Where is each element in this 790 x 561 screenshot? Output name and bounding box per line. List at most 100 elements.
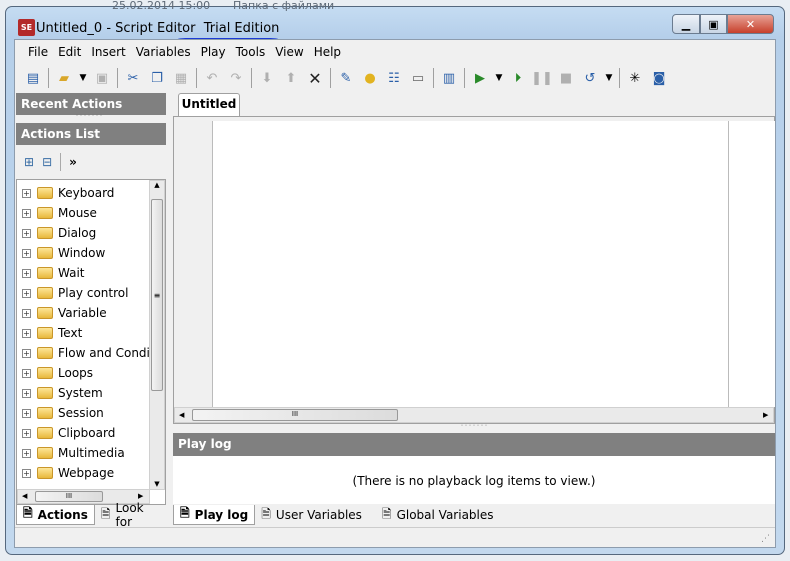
- menu-play[interactable]: Play: [196, 43, 231, 61]
- tree-item[interactable]: + Flow and Conditi: [17, 343, 165, 363]
- title-text: Untitled_0 - Script Editor: [36, 21, 196, 36]
- minimize-button[interactable]: ▁: [672, 14, 700, 34]
- stop-icon[interactable]: ■: [554, 67, 578, 89]
- menu-tools[interactable]: Tools: [231, 43, 271, 61]
- tab-look-for[interactable]: 🗎 Look for: [95, 501, 166, 529]
- expand-icon[interactable]: +: [22, 308, 31, 318]
- expand-icon[interactable]: +: [22, 468, 31, 478]
- redo-icon[interactable]: ↷: [224, 67, 248, 89]
- actions-list-header: Actions List: [16, 123, 166, 145]
- resize-grip-icon[interactable]: ⋰: [761, 534, 770, 544]
- menu-help[interactable]: Help: [309, 43, 346, 61]
- menu-variables[interactable]: Variables: [131, 43, 196, 61]
- menu-view[interactable]: View: [270, 43, 308, 61]
- expand-icon[interactable]: +: [22, 408, 31, 418]
- expand-icon[interactable]: +: [22, 268, 31, 278]
- tree-item[interactable]: + Dialog: [17, 223, 165, 243]
- comment-icon[interactable]: ●: [358, 67, 382, 89]
- expand-icon[interactable]: +: [22, 288, 31, 298]
- open-folder-icon[interactable]: ▰: [52, 67, 76, 89]
- open-dropdown-icon[interactable]: ▼: [76, 67, 90, 89]
- expand-icon[interactable]: +: [22, 328, 31, 338]
- delete-icon[interactable]: ✕: [303, 67, 327, 89]
- app-window: SE Untitled_0 - Script Editor Trial Edit…: [5, 6, 785, 555]
- web-icon[interactable]: ◙: [647, 67, 671, 89]
- more-button[interactable]: »: [69, 155, 77, 169]
- collapse-all-icon[interactable]: ⊟: [42, 155, 52, 169]
- expand-icon[interactable]: +: [22, 348, 31, 358]
- tree-item[interactable]: + Session: [17, 403, 165, 423]
- pause-icon[interactable]: ❚❚: [530, 67, 554, 89]
- folder-icon: [37, 447, 53, 459]
- tree-item[interactable]: + Loops: [17, 363, 165, 383]
- script-icon[interactable]: ▥: [437, 67, 461, 89]
- edit-icon[interactable]: ✎: [334, 67, 358, 89]
- page-icon: 🗎: [180, 506, 190, 520]
- expand-icon[interactable]: +: [22, 448, 31, 458]
- page-icon: 🗎: [381, 506, 392, 521]
- tree-item[interactable]: + Text: [17, 323, 165, 343]
- form-icon[interactable]: ▭: [406, 67, 430, 89]
- tree-item[interactable]: + Play control: [17, 283, 165, 303]
- tree-item[interactable]: + System: [17, 383, 165, 403]
- tree-item-label: Multimedia: [58, 446, 125, 460]
- app-logo-icon: SE: [18, 19, 35, 36]
- play-dropdown-icon[interactable]: ▼: [492, 67, 506, 89]
- tree-item-label: Dialog: [58, 226, 97, 240]
- expand-icon[interactable]: +: [22, 388, 31, 398]
- menu-edit[interactable]: Edit: [53, 43, 86, 61]
- tab-label: User Variables: [275, 508, 362, 522]
- new-icon[interactable]: ▤: [21, 67, 45, 89]
- tree-item-label: Wait: [58, 266, 85, 280]
- tree-item[interactable]: + Window: [17, 243, 165, 263]
- undo-icon[interactable]: ↶: [200, 67, 224, 89]
- folder-icon: [37, 187, 53, 199]
- splitter-handle[interactable]: ˙˙˙˙˙˙˙: [75, 114, 103, 123]
- tab-global-variables[interactable]: 🗎 Global Variables: [376, 505, 500, 525]
- splitter-handle[interactable]: ˙˙˙˙˙˙˙: [460, 424, 488, 433]
- folder-icon: [37, 367, 53, 379]
- tree-item-label: Session: [58, 406, 104, 420]
- tree-vertical-scrollbar[interactable]: ▲ ≡ ▼: [149, 180, 165, 490]
- tree-item[interactable]: + Keyboard: [17, 183, 165, 203]
- script-editor[interactable]: ◀ III ▶: [173, 116, 775, 424]
- recent-actions-header[interactable]: Recent Actions: [16, 93, 166, 115]
- expand-icon[interactable]: +: [22, 188, 31, 198]
- tree-item-label: Text: [58, 326, 83, 340]
- list-view-icon[interactable]: ☷: [382, 67, 406, 89]
- menu-file[interactable]: File: [23, 43, 53, 61]
- menu-bar: File Edit Insert Variables Play Tools Vi…: [23, 43, 346, 61]
- tab-play-log[interactable]: 🗎 Play log: [173, 505, 256, 525]
- expand-icon[interactable]: +: [22, 208, 31, 218]
- tree-item[interactable]: + Variable: [17, 303, 165, 323]
- menu-insert[interactable]: Insert: [86, 43, 130, 61]
- paste-icon[interactable]: ▦: [169, 67, 193, 89]
- script-canvas[interactable]: [212, 121, 729, 407]
- close-button[interactable]: ✕: [727, 14, 774, 34]
- move-down-icon[interactable]: ⬇: [255, 67, 279, 89]
- move-up-icon[interactable]: ⬆: [279, 67, 303, 89]
- tab-actions[interactable]: 🗎 Actions: [16, 505, 95, 525]
- tab-untitled[interactable]: Untitled: [178, 93, 240, 116]
- tree-item[interactable]: + Webpage: [17, 463, 165, 483]
- editor-horizontal-scrollbar[interactable]: ◀ III ▶: [174, 407, 774, 423]
- loop-icon[interactable]: ↺: [578, 67, 602, 89]
- loop-dropdown-icon[interactable]: ▼: [602, 67, 616, 89]
- expand-icon[interactable]: +: [22, 248, 31, 258]
- expand-icon[interactable]: +: [22, 228, 31, 238]
- expand-icon[interactable]: +: [22, 428, 31, 438]
- expand-all-icon[interactable]: ⊞: [24, 155, 34, 169]
- tree-item[interactable]: + Mouse: [17, 203, 165, 223]
- copy-icon[interactable]: ❐: [145, 67, 169, 89]
- expand-icon[interactable]: +: [22, 368, 31, 378]
- pick-cursor-icon[interactable]: ✳: [623, 67, 647, 89]
- tree-item[interactable]: + Multimedia: [17, 443, 165, 463]
- tree-item[interactable]: + Clipboard: [17, 423, 165, 443]
- cut-icon[interactable]: ✂: [121, 67, 145, 89]
- tab-user-variables[interactable]: 🗎 User Variables: [255, 505, 368, 525]
- step-play-icon[interactable]: ⏵: [506, 67, 530, 89]
- play-icon[interactable]: ▶: [468, 67, 492, 89]
- tree-item[interactable]: + Wait: [17, 263, 165, 283]
- maximize-button[interactable]: ▣: [700, 14, 727, 34]
- save-icon[interactable]: ▣: [90, 67, 114, 89]
